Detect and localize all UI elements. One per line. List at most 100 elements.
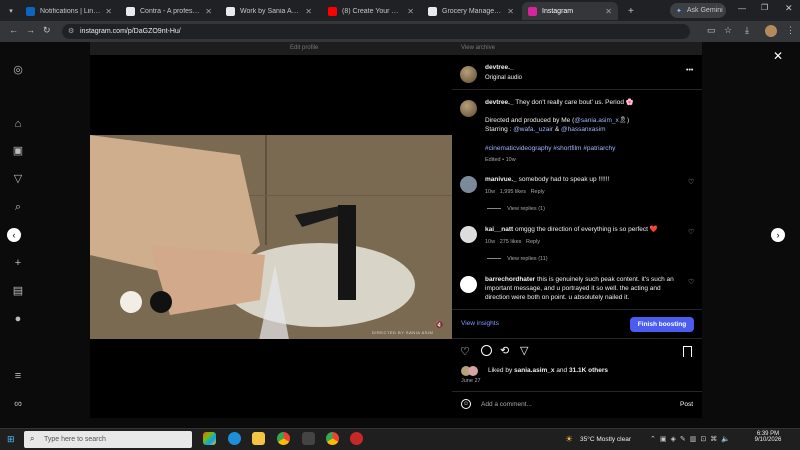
forward-icon[interactable]: → [26, 25, 35, 35]
taskbar-search-input[interactable]: ⌕ Type here to search [24, 431, 192, 448]
ask-gemini-button[interactable]: ✦ Ask Gemini [670, 3, 726, 18]
browser-tab[interactable]: Notifications | LinkedIn ✕ [20, 2, 118, 20]
tab-list-icon[interactable]: ▾ [2, 2, 20, 20]
weather-icon[interactable]: ☀ [565, 434, 573, 445]
search-icon[interactable]: ⌕ [11, 200, 25, 214]
system-tray-icons[interactable]: ⌃▣◈✎▥⊡⌘🔈 [650, 435, 734, 443]
back-icon[interactable]: ← [9, 25, 18, 35]
home-icon[interactable]: ⌂ [11, 117, 25, 131]
browser-tab[interactable]: Grocery Management A ✕ [422, 2, 520, 20]
comment-like-heart-icon[interactable]: ♡ [688, 178, 694, 186]
reply-button[interactable]: Reply [531, 189, 545, 195]
comment-username[interactable]: kai__natt [485, 226, 513, 233]
reload-icon[interactable]: ↻ [43, 25, 51, 36]
mute-icon[interactable]: 🔇 [435, 321, 444, 329]
new-tab-button[interactable]: + [622, 2, 634, 20]
copilot-icon[interactable] [203, 432, 216, 445]
windows-start-icon[interactable]: ⊞ [7, 434, 15, 445]
clock[interactable]: 6:39 PM 9/10/2026 [748, 431, 788, 443]
file-explorer-icon[interactable] [252, 432, 265, 445]
previous-post-icon[interactable]: ‹ [7, 228, 21, 242]
caption-avatar[interactable] [460, 100, 477, 117]
tab-close-icon[interactable]: ✕ [605, 7, 612, 16]
chrome-icon[interactable] [277, 432, 290, 445]
site-info-icon[interactable]: ⚙ [68, 27, 74, 35]
edge-icon[interactable] [228, 432, 241, 445]
collab-avatar-2[interactable] [150, 291, 172, 313]
chrome-menu-icon[interactable]: ⋮ [786, 25, 795, 36]
hashtags[interactable]: #cinematicvideography #shortfilm #patria… [485, 145, 615, 154]
browser-tab[interactable]: Contra - A professional n ✕ [120, 2, 218, 20]
commenter-avatar[interactable] [460, 276, 477, 293]
share-send-icon[interactable]: ▽ [520, 344, 528, 357]
reels-icon[interactable]: ▣ [11, 144, 25, 158]
close-window-icon[interactable]: ✕ [785, 3, 793, 14]
like-heart-icon[interactable]: ♡ [460, 345, 470, 358]
audio-label[interactable]: Original audio [485, 74, 522, 82]
maximize-icon[interactable]: ❐ [761, 3, 768, 12]
add-comment-input[interactable]: Add a comment... [481, 401, 532, 408]
tab-close-icon[interactable]: ✕ [305, 7, 312, 16]
view-insights-link[interactable]: View insights [461, 320, 499, 329]
tab-close-icon[interactable]: ✕ [205, 7, 212, 16]
view-replies-1[interactable]: View replies (1) [487, 206, 545, 212]
send-icon[interactable]: ▽ [11, 172, 25, 186]
tab-close-icon[interactable]: ✕ [507, 7, 514, 16]
view-replies-label[interactable]: View replies (1) [507, 206, 545, 212]
mention-link[interactable]: @hassanxasim [561, 126, 606, 133]
bookmark-star-icon[interactable]: ☆ [724, 25, 732, 36]
browser-tab[interactable]: Instagram ✕ [522, 2, 618, 20]
weather-text[interactable]: 35°C Mostly clear [580, 436, 631, 443]
finish-boosting-button[interactable]: Finish boosting [630, 317, 694, 332]
comment-like-heart-icon[interactable]: ♡ [688, 228, 694, 236]
edit-profile-button[interactable]: Edit profile [290, 45, 318, 51]
tab-close-icon[interactable]: ✕ [407, 7, 414, 16]
comment-likes[interactable]: 1,995 likes [500, 189, 526, 195]
next-post-icon[interactable]: › [771, 228, 785, 242]
liked-by-count[interactable]: 31.1K others [569, 367, 608, 374]
view-archive-button[interactable]: View archive [461, 45, 495, 51]
mention-link[interactable]: @sania.asim_x [574, 117, 619, 124]
address-bar[interactable]: ⚙ instagram.com/p/DaGZO9nt-Hu/ [62, 24, 690, 39]
profile-avatar-icon[interactable] [765, 25, 777, 37]
more-options-icon[interactable]: ••• [686, 66, 693, 75]
meta-icon[interactable]: ∞ [11, 397, 25, 411]
comment-icon[interactable] [481, 345, 492, 356]
collab-avatar-1[interactable] [120, 291, 142, 313]
reply-button[interactable]: Reply [526, 239, 540, 245]
close-modal-icon[interactable]: ✕ [773, 49, 783, 63]
commenter-avatar[interactable] [460, 226, 477, 243]
author-avatar[interactable] [460, 66, 477, 83]
comment-username[interactable]: barrechordhater [485, 276, 535, 283]
emoji-icon[interactable]: ☺ [461, 399, 471, 409]
chrome-profile-icon[interactable] [326, 432, 339, 445]
menu-icon[interactable]: ≡ [11, 369, 25, 383]
create-icon[interactable]: + [11, 256, 25, 270]
repost-icon[interactable]: ⟲ [500, 344, 509, 357]
comment-username[interactable]: manivue._ [485, 176, 517, 183]
downloads-icon[interactable]: ⤓ [745, 25, 749, 36]
install-icon[interactable]: ▭ [707, 25, 716, 36]
caption-username[interactable]: devtree._ [485, 99, 514, 106]
profile-icon[interactable]: ● [11, 312, 25, 326]
author-username[interactable]: devtree._ [485, 64, 514, 73]
save-bookmark-icon[interactable] [683, 346, 692, 357]
post-comment-button[interactable]: Post [680, 401, 693, 410]
app-icon[interactable] [302, 432, 315, 445]
minimize-icon[interactable]: — [738, 4, 746, 13]
pdf-app-icon[interactable] [350, 432, 363, 445]
liked-by-username[interactable]: sania.asim_x [514, 367, 554, 374]
browser-tab[interactable]: (8) Create Your ChatGPT ✕ [322, 2, 420, 20]
comment-likes[interactable]: 275 likes [500, 239, 522, 245]
mention-link[interactable]: @wafa._uzair [513, 126, 553, 133]
browser-tab[interactable]: Work by Sania Asim ✕ [220, 2, 318, 20]
commenter-avatar[interactable] [460, 176, 477, 193]
dashboard-icon[interactable]: ▤ [11, 284, 25, 298]
comment-like-heart-icon[interactable]: ♡ [688, 278, 694, 286]
view-replies-label[interactable]: View replies (11) [507, 256, 547, 262]
post-video[interactable]: 🔇 DIRECTED BY SANIA ASIM [90, 135, 452, 339]
instagram-icon[interactable]: ◎ [11, 63, 25, 77]
liker-avatar[interactable] [468, 366, 478, 376]
view-replies-2[interactable]: View replies (11) [487, 256, 548, 262]
tab-close-icon[interactable]: ✕ [105, 7, 112, 16]
